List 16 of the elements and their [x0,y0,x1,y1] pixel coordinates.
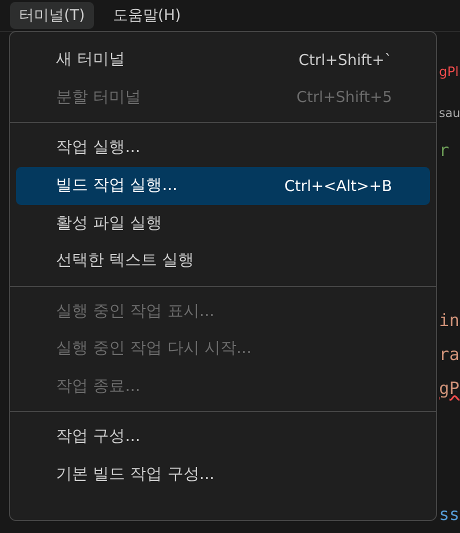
menu-item[interactable]: 빌드 작업 실행... Ctrl+<Alt>+B [16,166,430,204]
code-text: ss [439,504,460,527]
code-text: ra [439,344,460,367]
code-text: r [439,140,450,163]
menu-item[interactable]: 새 터미널 Ctrl+Shift+` [16,41,430,78]
code-text: sau [439,105,460,122]
code-text: in [439,310,460,333]
menu-item[interactable]: 활성 파일 실행 [16,204,430,242]
code-text: gPl [439,64,459,82]
menubar-item[interactable]: 터미널(T) [10,2,94,29]
menu-item[interactable]: 작업 실행... [16,129,430,166]
code-text: gP [439,378,460,401]
menubar-item[interactable]: 도움말(H) [104,2,190,29]
menu-item[interactable]: 기본 빌드 작업 구성... [16,456,430,493]
menu-item[interactable]: 작업 구성... [16,418,430,456]
menu-item[interactable]: 선택한 텍스트 실행 [16,242,430,280]
